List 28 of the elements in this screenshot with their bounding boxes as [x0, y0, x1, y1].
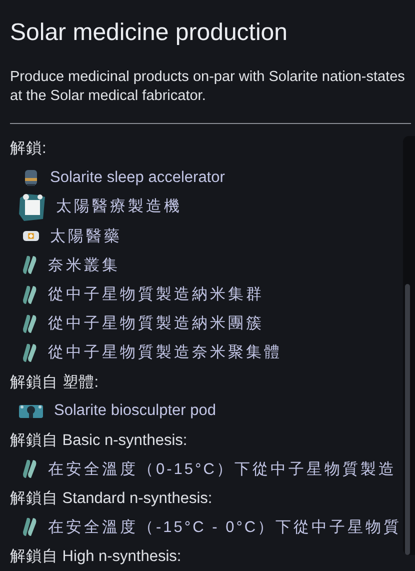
capsule-icon	[22, 342, 38, 363]
page-title: Solar medicine production	[10, 18, 288, 48]
unlock-link[interactable]: 從中子星物質製造奈米聚集體	[48, 342, 282, 364]
capsule-icon	[22, 255, 38, 276]
capsule-icon	[22, 314, 38, 334]
section-heading: 解鎖自 High n-synthesis:	[10, 547, 182, 568]
description: Produce medicinal products on-par with Solarite nation-states at the Solar medical fabricator.	[10, 68, 405, 106]
section-heading: 解鎖:	[10, 139, 48, 159]
capsule-icon	[22, 517, 38, 538]
unlock-link[interactable]: 從中子星物質製造納米集群	[48, 284, 264, 306]
unlock-link[interactable]: Solarite biosculpter pod	[54, 402, 216, 420]
section-heading: 解鎖自 Standard n-synthesis:	[10, 488, 214, 509]
unlock-link[interactable]: 從中子星物質製造納米團簇	[48, 313, 264, 334]
section-heading: 解鎖自 塑體:	[10, 372, 100, 393]
unlock-link[interactable]: 奈米叢集	[48, 254, 120, 276]
capsule-icon	[22, 459, 38, 480]
section-heading: 解鎖自 Basic n-synthesis:	[10, 430, 188, 451]
unlock-link[interactable]: 太陽醫療製造機	[56, 196, 182, 218]
capsule-icon	[22, 284, 38, 305]
unlock-link[interactable]: 在安全溫度（-15°C - 0°C）下從中子星物質	[48, 516, 402, 538]
unlock-link[interactable]: Solarite sleep accelerator	[50, 168, 225, 187]
unlock-link[interactable]: 太陽醫藥	[50, 226, 122, 247]
medicine-pack-icon	[22, 229, 40, 244]
scrollbar[interactable]	[403, 136, 415, 555]
pod-icon	[18, 403, 44, 420]
unlock-link[interactable]: 在安全溫度（0-15°C）下從中子星物質製造	[48, 458, 396, 480]
machine-icon	[22, 168, 40, 187]
fabricator-icon	[18, 192, 46, 222]
